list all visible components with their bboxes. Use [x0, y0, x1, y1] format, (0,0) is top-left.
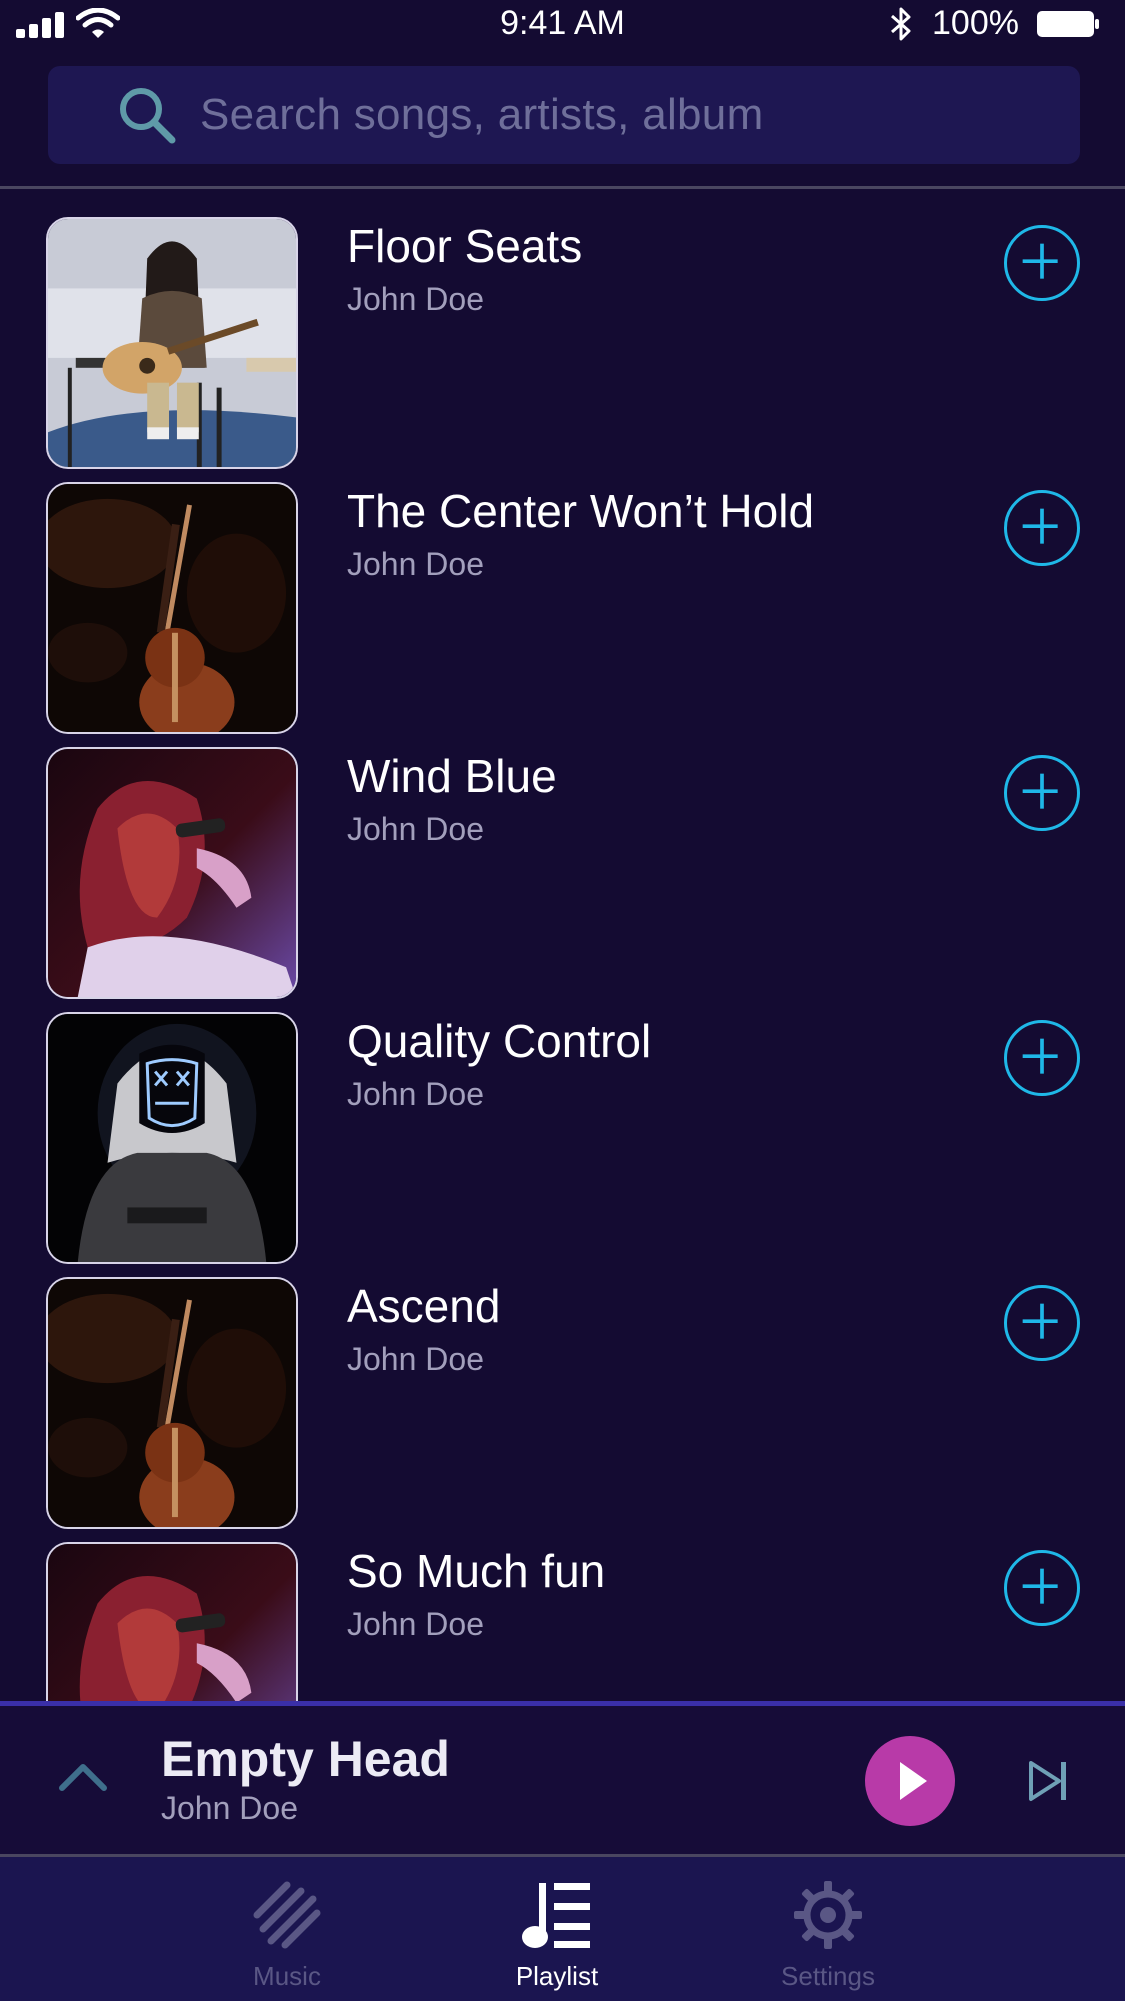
song-row[interactable]: So Much fun John Doe — [0, 1514, 1125, 1702]
now-playing-artist: John Doe — [161, 1790, 298, 1826]
battery-icon — [1037, 11, 1099, 37]
plus-icon — [1022, 508, 1058, 544]
mini-player[interactable]: Empty Head John Doe — [0, 1706, 1125, 1854]
tab-bar: Music Playlist Settings — [0, 1857, 1125, 2001]
song-row[interactable]: Ascend John Doe — [0, 1249, 1125, 1529]
play-icon — [900, 1762, 927, 1800]
song-artist: John Doe — [347, 811, 484, 847]
album-art — [46, 1542, 298, 1702]
song-row[interactable]: Quality Control John Doe — [0, 984, 1125, 1264]
plus-icon — [1022, 1303, 1058, 1339]
album-art-singer — [48, 749, 296, 997]
song-artist: John Doe — [347, 1341, 484, 1377]
album-art-guitarist — [48, 219, 296, 467]
bluetooth-icon — [891, 7, 911, 41]
search-icon — [120, 88, 176, 144]
music-icon — [253, 1881, 321, 1949]
album-art — [46, 1277, 298, 1529]
song-row[interactable]: Floor Seats John Doe — [0, 189, 1125, 469]
settings-icon — [794, 1881, 862, 1949]
add-to-playlist-button[interactable] — [1004, 490, 1080, 566]
add-to-playlist-button[interactable] — [1004, 755, 1080, 831]
playlist-icon — [522, 1883, 590, 1948]
play-button[interactable] — [865, 1736, 955, 1826]
album-art — [46, 217, 298, 469]
song-title: The Center Won’t Hold — [347, 485, 815, 537]
album-art-violin — [48, 484, 296, 732]
song-title: Wind Blue — [347, 750, 557, 802]
album-art — [46, 747, 298, 999]
song-row[interactable]: The Center Won’t Hold John Doe — [0, 454, 1125, 734]
chevron-up-icon[interactable] — [58, 1760, 108, 1792]
album-art-singer — [48, 1544, 296, 1702]
tab-settings[interactable]: Settings — [728, 1857, 928, 2001]
search-input[interactable]: Search songs, artists, album — [48, 66, 1080, 164]
plus-icon — [1022, 1568, 1058, 1604]
add-to-playlist-button[interactable] — [1004, 1285, 1080, 1361]
song-row[interactable]: Wind Blue John Doe — [0, 719, 1125, 999]
song-artist: John Doe — [347, 1606, 484, 1642]
album-art — [46, 482, 298, 734]
add-to-playlist-button[interactable] — [1004, 1550, 1080, 1626]
song-artist: John Doe — [347, 546, 484, 582]
song-title: Floor Seats — [347, 220, 583, 272]
add-to-playlist-button[interactable] — [1004, 225, 1080, 301]
tab-label: Music — [253, 1961, 321, 1991]
album-art-masked-figure — [48, 1014, 296, 1262]
plus-icon — [1022, 1038, 1058, 1074]
search-placeholder: Search songs, artists, album — [200, 90, 764, 139]
tab-playlist[interactable]: Playlist — [457, 1857, 657, 2001]
plus-icon — [1022, 773, 1058, 809]
tab-label: Settings — [781, 1961, 875, 1991]
album-art — [46, 1012, 298, 1264]
status-bar: 9:41 AM 100% — [0, 0, 1125, 50]
add-to-playlist-button[interactable] — [1004, 1020, 1080, 1096]
tab-label: Playlist — [515, 1961, 599, 1991]
now-playing-title: Empty Head — [161, 1731, 450, 1787]
plus-icon — [1022, 243, 1058, 279]
tab-music[interactable]: Music — [187, 1857, 387, 2001]
song-title: So Much fun — [347, 1545, 606, 1597]
album-art-violin — [48, 1279, 296, 1527]
song-list[interactable]: Floor Seats John Doe The Center Won’t Ho… — [0, 189, 1125, 1702]
song-artist: John Doe — [347, 1076, 484, 1112]
song-title: Ascend — [347, 1280, 501, 1332]
battery-percentage: 100% — [932, 4, 1019, 42]
skip-next-icon[interactable] — [1028, 1760, 1068, 1802]
song-artist: John Doe — [347, 281, 484, 317]
song-title: Quality Control — [347, 1015, 652, 1067]
